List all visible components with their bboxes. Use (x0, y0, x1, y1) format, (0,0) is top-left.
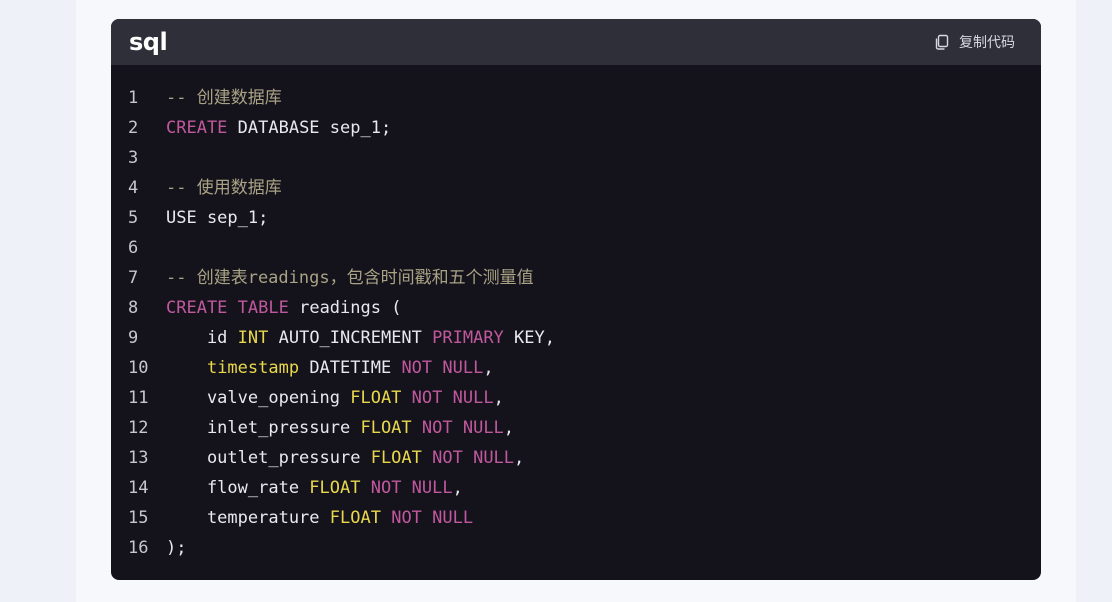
code-token: timestamp (206, 358, 300, 378)
code-language-label: sql (129, 28, 168, 56)
code-line: 10 timestamp DATETIME NOT NULL, (111, 353, 1041, 383)
line-number: 11 (128, 388, 149, 408)
line-code: -- 创建表readings，包含时间戳和五个测量值 (166, 263, 534, 293)
code-token: inlet_pressure (166, 418, 361, 438)
code-line: 14 flow_rate FLOAT NOT NULL, (111, 473, 1041, 503)
code-token: NOT NULL (401, 358, 484, 378)
line-code: ); (166, 533, 186, 563)
code-line: 7 -- 创建表readings，包含时间戳和五个测量值 (111, 263, 1041, 293)
line-number: 14 (128, 478, 149, 498)
line-code: CREATE DATABASE sep_1; (166, 113, 391, 143)
line-number: 10 (128, 358, 149, 378)
code-line: 8 CREATE TABLE readings ( (111, 293, 1041, 323)
line-code: -- 使用数据库 (166, 173, 282, 203)
code-line: 6 (111, 233, 1041, 263)
line-number: 4 (128, 178, 139, 198)
code-token: USE sep_1; (166, 208, 269, 228)
line-code: timestamp DATETIME NOT NULL, (166, 353, 494, 383)
code-token: DATETIME (299, 358, 402, 378)
line-code: inlet_pressure FLOAT NOT NULL, (166, 413, 514, 443)
code-token: -- 使用数据库 (166, 178, 282, 198)
line-number: 13 (128, 448, 149, 468)
code-token: readings ( (288, 298, 402, 318)
code-token: CREATE (166, 298, 228, 318)
line-number: 7 (128, 268, 139, 288)
line-number: 3 (128, 148, 139, 168)
line-code: outlet_pressure FLOAT NOT NULL, (166, 443, 524, 473)
code-line: 15 temperature FLOAT NOT NULL (111, 503, 1041, 533)
code-token: flow_rate (166, 478, 310, 498)
code-token: DATABASE sep_1; (227, 118, 392, 138)
code-token: FLOAT (309, 478, 361, 498)
code-token: NOT NULL (391, 508, 474, 528)
line-number: 8 (128, 298, 139, 318)
code-content[interactable]: 1 -- 创建数据库 2 CREATE DATABASE sep_1; 3 4 -- 使用数… (111, 65, 1041, 563)
code-line: 5 USE sep_1; (111, 203, 1041, 233)
code-token: ); (166, 538, 187, 558)
line-number: 12 (128, 418, 149, 438)
code-token: NOT NULL (421, 418, 504, 438)
code-token: temperature (166, 508, 330, 528)
code-token: KEY, (503, 328, 555, 348)
code-token: outlet_pressure (166, 448, 371, 468)
code-token: NOT NULL (411, 388, 494, 408)
code-token: NOT NULL (432, 448, 515, 468)
code-token: , (493, 388, 504, 408)
code-token: , (483, 358, 494, 378)
code-token: -- 创建表readings，包含时间戳和五个测量值 (166, 268, 534, 288)
code-token: FLOAT (350, 388, 402, 408)
code-token: -- 创建数据库 (166, 88, 282, 108)
line-number: 16 (128, 538, 149, 558)
code-block-header: sql 复制代码 (111, 19, 1041, 65)
code-line: 4 -- 使用数据库 (111, 173, 1041, 203)
line-number: 2 (128, 118, 139, 138)
line-code: USE sep_1; (166, 203, 268, 233)
line-code: -- 创建数据库 (166, 83, 282, 113)
code-line: 16); (111, 533, 1041, 563)
line-number: 1 (128, 88, 139, 108)
copy-code-label: 复制代码 (959, 35, 1015, 51)
code-token: AUTO_INCREMENT (268, 328, 433, 348)
code-token: FLOAT (329, 508, 381, 528)
code-token: valve_opening (166, 388, 351, 408)
code-token: , (452, 478, 463, 498)
code-line: 3 (111, 143, 1041, 173)
line-code: temperature FLOAT NOT NULL (166, 503, 473, 533)
line-number: 9 (128, 328, 139, 348)
line-code: CREATE TABLE readings ( (166, 293, 401, 323)
line-number: 15 (128, 508, 149, 528)
code-token: , (514, 448, 525, 468)
line-code: id INT AUTO_INCREMENT PRIMARY KEY, (166, 323, 555, 353)
code-token: FLOAT (360, 418, 412, 438)
code-line: 13 outlet_pressure FLOAT NOT NULL, (111, 443, 1041, 473)
code-line: 1 -- 创建数据库 (111, 83, 1041, 113)
code-token: PRIMARY (432, 328, 504, 348)
line-number: 6 (128, 238, 139, 258)
code-token: CREATE (166, 118, 228, 138)
copy-code-button[interactable]: 复制代码 (933, 32, 1015, 52)
code-token: , (503, 418, 515, 438)
code-block: sql 复制代码 1 -- 创建数据库 2 CREATE DATABASE sep_1… (111, 19, 1041, 580)
code-token: TABLE (237, 298, 289, 318)
line-code: flow_rate FLOAT NOT NULL, (166, 473, 463, 503)
code-line: 11 valve_opening FLOAT NOT NULL, (111, 383, 1041, 413)
code-line: 12 inlet_pressure FLOAT NOT NULL, (111, 413, 1041, 443)
code-token: id (166, 328, 238, 348)
copy-icon (933, 33, 951, 51)
line-code: valve_opening FLOAT NOT NULL, (166, 383, 504, 413)
code-line: 2 CREATE DATABASE sep_1; (111, 113, 1041, 143)
code-token: INT (237, 328, 269, 348)
line-number: 5 (128, 208, 139, 228)
code-token: NOT NULL (370, 478, 453, 498)
code-token: FLOAT (370, 448, 422, 468)
code-line: 9 id INT AUTO_INCREMENT PRIMARY KEY, (111, 323, 1041, 353)
